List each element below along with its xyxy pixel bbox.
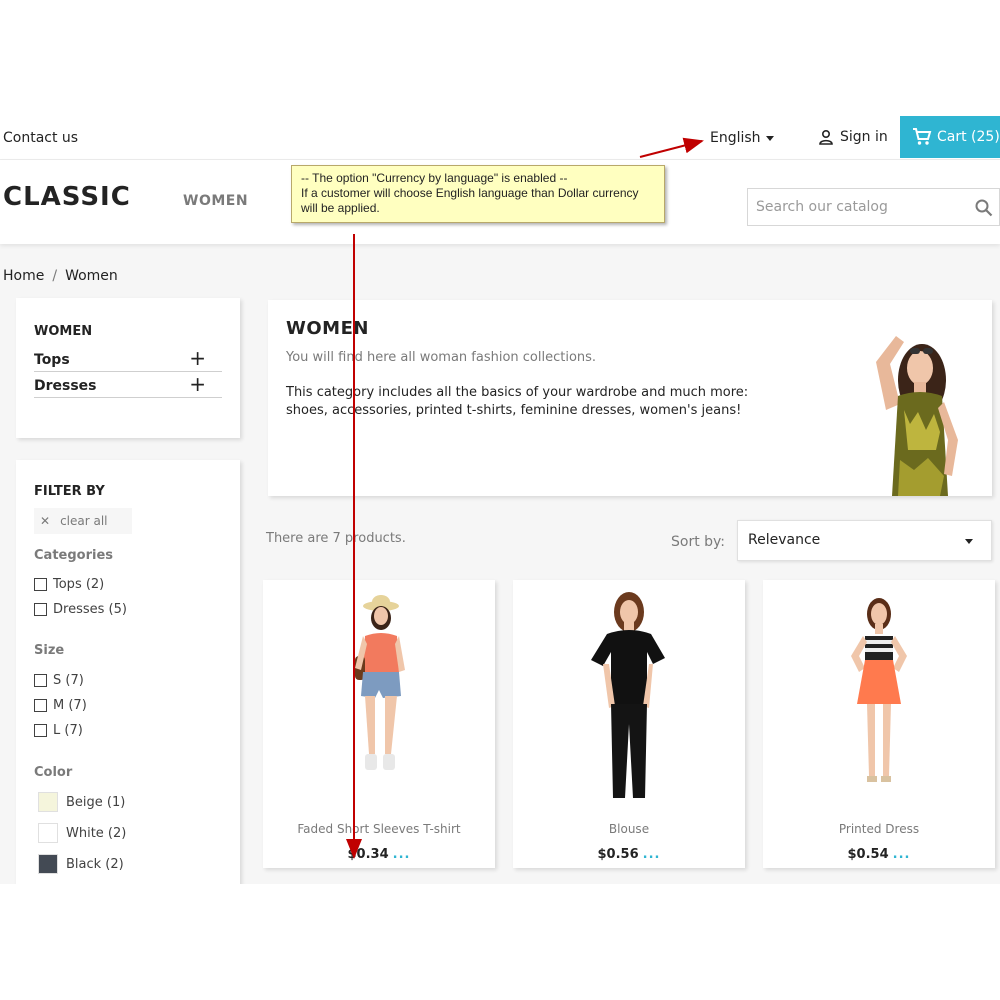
product-card[interactable]: Faded Short Sleeves T-shirt $0.34... — [263, 580, 495, 868]
facet-option-black[interactable]: Black (2) — [34, 854, 124, 874]
category-item-dresses[interactable]: Dresses + — [34, 372, 222, 398]
facet-option-label: Beige (1) — [66, 794, 126, 810]
cart-label: Cart (25) — [937, 129, 1000, 145]
close-icon: ✕ — [40, 514, 51, 528]
facet-title-size: Size — [34, 643, 65, 658]
cart-button[interactable]: Cart (25) — [900, 116, 1000, 158]
product-count: There are 7 products. — [266, 531, 406, 546]
search-input[interactable] — [748, 189, 968, 225]
top-bar: Contact us English Sign in Cart (25) — [0, 116, 1000, 160]
sign-in-label: Sign in — [840, 129, 888, 145]
clear-all-label: clear all — [60, 514, 108, 528]
category-description: This category includes all the basics of… — [286, 385, 749, 418]
search-icon[interactable] — [975, 199, 993, 217]
search-widget — [747, 188, 1000, 226]
price-value: $0.34 — [347, 847, 389, 862]
category-item-label: Tops — [34, 352, 70, 368]
product-image[interactable] — [763, 580, 995, 804]
language-label: English — [710, 130, 761, 146]
sort-label: Sort by: — [671, 534, 726, 550]
language-selector[interactable]: English — [710, 130, 774, 146]
facet-option-label: Dresses (5) — [53, 602, 127, 617]
more-info-icon[interactable]: ... — [393, 847, 411, 862]
product-name[interactable]: Blouse — [513, 822, 745, 836]
product-price: $0.34... — [263, 847, 495, 862]
filter-title: FILTER BY — [34, 484, 105, 499]
annotation-line-1: -- The option "Currency by language" is … — [301, 171, 568, 185]
facet-option-label: White (2) — [66, 825, 127, 841]
product-photo-tshirt — [355, 595, 405, 770]
product-price: $0.54... — [763, 847, 995, 862]
annotation-line-2: If a customer will choose English langua… — [301, 186, 639, 215]
chevron-down-icon — [965, 539, 973, 544]
product-price: $0.56... — [513, 847, 745, 862]
category-cover: WOMEN You will find here all woman fashi… — [268, 300, 992, 496]
product-name[interactable]: Faded Short Sleeves T-shirt — [263, 822, 495, 836]
more-info-icon[interactable]: ... — [643, 847, 661, 862]
product-photo-dress — [851, 598, 907, 782]
plus-icon[interactable]: + — [189, 346, 206, 370]
category-subtitle: You will find here all woman fashion col… — [286, 350, 597, 365]
facet-option-label: L (7) — [53, 723, 83, 738]
category-cover-image — [876, 336, 958, 496]
sort-select[interactable]: Relevance — [737, 520, 992, 561]
sort-value: Relevance — [748, 532, 821, 548]
category-title: WOMEN — [286, 318, 369, 339]
plus-icon[interactable]: + — [189, 372, 206, 396]
facet-option-size-s[interactable]: S (7) — [34, 673, 84, 688]
color-swatch-white[interactable] — [38, 823, 58, 843]
facet-option-label: M (7) — [53, 698, 87, 713]
breadcrumb: Home / Women — [3, 268, 118, 284]
facet-option-beige[interactable]: Beige (1) — [34, 792, 125, 812]
facet-option-dresses[interactable]: Dresses (5) — [34, 602, 127, 617]
color-swatch-beige[interactable] — [38, 792, 58, 812]
facet-option-size-m[interactable]: M (7) — [34, 698, 87, 713]
more-info-icon[interactable]: ... — [893, 847, 911, 862]
checkbox[interactable] — [34, 578, 47, 591]
product-card[interactable]: Printed Dress $0.54... — [763, 580, 995, 868]
facet-title-color: Color — [34, 765, 73, 780]
category-tree: WOMEN Tops + Dresses + — [16, 298, 240, 438]
breadcrumb-home[interactable]: Home — [3, 268, 44, 284]
faceted-search: FILTER BY ✕ clear all Categories Tops (2… — [16, 460, 240, 884]
clear-all-button[interactable]: ✕ clear all — [34, 508, 132, 534]
facet-option-label: S (7) — [53, 673, 84, 688]
product-image[interactable] — [513, 580, 745, 804]
shop-frame: Contact us English Sign in Cart (25) CLA… — [0, 116, 1000, 884]
checkbox[interactable] — [34, 603, 47, 616]
facet-option-label: Black (2) — [66, 856, 124, 872]
annotation-note: -- The option "Currency by language" is … — [291, 165, 665, 223]
checkbox[interactable] — [34, 674, 47, 687]
facet-title-categories: Categories — [34, 548, 114, 563]
category-item-label: Dresses — [34, 378, 97, 394]
product-card[interactable]: Blouse $0.56... — [513, 580, 745, 868]
product-image[interactable] — [263, 580, 495, 804]
user-icon — [819, 129, 833, 145]
cart-icon — [913, 128, 932, 145]
price-value: $0.56 — [597, 847, 639, 862]
store-logo[interactable]: CLASSIC — [3, 182, 131, 212]
product-name[interactable]: Printed Dress — [763, 822, 995, 836]
contact-us-link[interactable]: Contact us — [3, 130, 78, 146]
breadcrumb-women[interactable]: Women — [65, 268, 118, 284]
category-item-tops[interactable]: Tops + — [34, 346, 222, 372]
facet-option-tops[interactable]: Tops (2) — [34, 577, 104, 592]
checkbox[interactable] — [34, 724, 47, 737]
sign-in-link[interactable]: Sign in — [818, 129, 888, 145]
chevron-down-icon — [765, 135, 774, 141]
facet-option-size-l[interactable]: L (7) — [34, 723, 83, 738]
facet-option-label: Tops (2) — [53, 577, 105, 592]
menu-item-women[interactable]: WOMEN — [183, 193, 248, 209]
color-swatch-black[interactable] — [38, 854, 58, 874]
price-value: $0.54 — [847, 847, 889, 862]
checkbox[interactable] — [34, 699, 47, 712]
product-photo-blouse — [591, 592, 665, 798]
facet-option-white[interactable]: White (2) — [34, 823, 126, 843]
category-tree-title[interactable]: WOMEN — [34, 324, 92, 339]
breadcrumb-separator: / — [52, 268, 58, 284]
